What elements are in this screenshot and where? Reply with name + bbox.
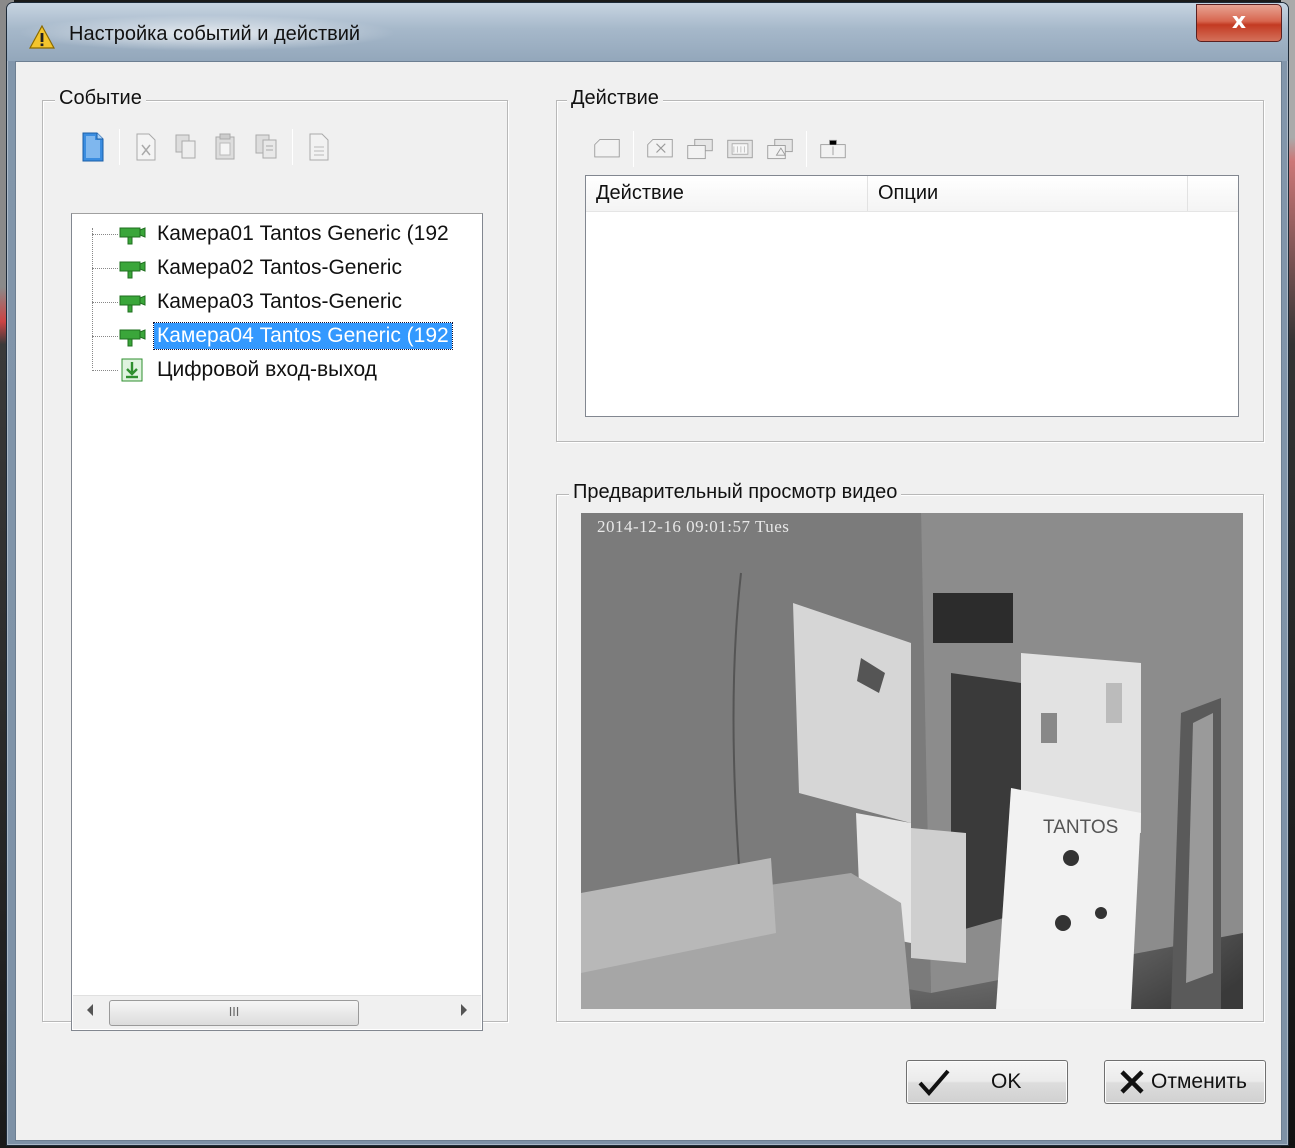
copy-action-icon[interactable] <box>686 134 714 164</box>
camera-icon <box>119 295 146 313</box>
cancel-label: Отменить <box>1151 1070 1247 1093</box>
action-list[interactable]: Действие Опции <box>585 175 1239 417</box>
action-group: Действие Действие Опции <box>556 87 1264 442</box>
toolbar-separator <box>633 131 634 167</box>
event-group-label: Событие <box>55 87 146 110</box>
new-action-icon[interactable] <box>593 134 621 164</box>
tree-item-selected[interactable]: Камера04 Tantos Generic (192 <box>72 321 453 351</box>
tree-item-label[interactable]: Камера04 Tantos Generic (192 <box>153 322 453 350</box>
delete-doc-icon[interactable] <box>132 132 160 162</box>
tree-item-label[interactable]: Камера02 Tantos-Generic <box>154 255 405 281</box>
cross-icon <box>1120 1070 1144 1094</box>
properties-doc-icon[interactable] <box>305 132 333 162</box>
event-tree[interactable]: Камера01 Tantos Generic (192 Камера02 Ta… <box>71 213 483 1031</box>
camera-icon <box>119 261 146 279</box>
event-toolbar <box>79 129 333 165</box>
scroll-thumb[interactable]: III <box>109 1000 359 1026</box>
event-group: Событие Камера01 Tantos Generic (192 Кам… <box>42 87 508 1031</box>
column-header-empty <box>1188 176 1238 211</box>
paste-doc-icon[interactable] <box>212 132 240 162</box>
tree-item[interactable]: Камера01 Tantos Generic (192 <box>72 219 452 249</box>
close-button[interactable]: x <box>1196 4 1282 42</box>
tree-item-label[interactable]: Камера01 Tantos Generic (192 <box>154 221 452 247</box>
duplicate-doc-icon[interactable] <box>252 132 280 162</box>
tree-item-label[interactable]: Цифровой вход-выход <box>154 357 380 383</box>
camera-icon <box>119 329 146 347</box>
properties-action-icon[interactable] <box>819 134 847 164</box>
camera-icon <box>119 227 146 245</box>
toolbar-separator <box>806 131 807 167</box>
warning-icon <box>29 25 55 49</box>
toolbar-separator <box>119 129 120 165</box>
checkmark-icon <box>918 1069 950 1097</box>
dialog-client: Событие Камера01 Tantos Generic (192 Кам… <box>15 61 1282 1141</box>
cancel-button[interactable]: Отменить <box>1104 1060 1266 1104</box>
scroll-left-icon[interactable] <box>87 1004 93 1016</box>
action-toolbar <box>593 131 847 167</box>
action-group-label: Действие <box>567 87 663 110</box>
action-list-header: Действие Опции <box>586 176 1238 212</box>
tree-item[interactable]: Камера02 Tantos-Generic <box>72 253 405 283</box>
dialog-window: Настройка событий и действий x Событие К… <box>6 2 1289 1146</box>
video-preview[interactable]: TANTOS 2014-12-16 09:01:57 Tues <box>581 513 1243 1009</box>
preview-group-label: Предварительный просмотр видео <box>569 481 902 504</box>
paste-action-icon[interactable] <box>726 134 754 164</box>
window-title: Настройка событий и действий <box>69 23 361 45</box>
delete-action-icon[interactable] <box>646 134 674 164</box>
toolbar-separator <box>292 129 293 165</box>
digital-io-icon <box>121 358 143 382</box>
new-doc-icon[interactable] <box>79 132 107 162</box>
column-header-action[interactable]: Действие <box>586 176 868 211</box>
scroll-right-icon[interactable] <box>461 1004 467 1016</box>
column-header-options[interactable]: Опции <box>868 176 1188 211</box>
title-bar[interactable]: Настройка событий и действий x <box>7 3 1288 61</box>
brand-text: TANTOS <box>1043 817 1118 838</box>
ok-button[interactable]: OK <box>906 1060 1068 1104</box>
preview-group: Предварительный просмотр видео TANTOS 20… <box>556 481 1264 1022</box>
tree-item-label[interactable]: Камера03 Tantos-Generic <box>154 289 405 315</box>
tree-item[interactable]: Камера03 Tantos-Generic <box>72 287 405 317</box>
tree-item[interactable]: Цифровой вход-выход <box>72 355 380 385</box>
horizontal-scrollbar[interactable]: III <box>73 995 481 1029</box>
video-frame: TANTOS <box>581 513 1243 1009</box>
ok-label: OK <box>991 1070 1022 1093</box>
video-timestamp: 2014-12-16 09:01:57 Tues <box>597 517 790 536</box>
duplicate-action-icon[interactable] <box>766 134 794 164</box>
copy-doc-icon[interactable] <box>172 132 200 162</box>
